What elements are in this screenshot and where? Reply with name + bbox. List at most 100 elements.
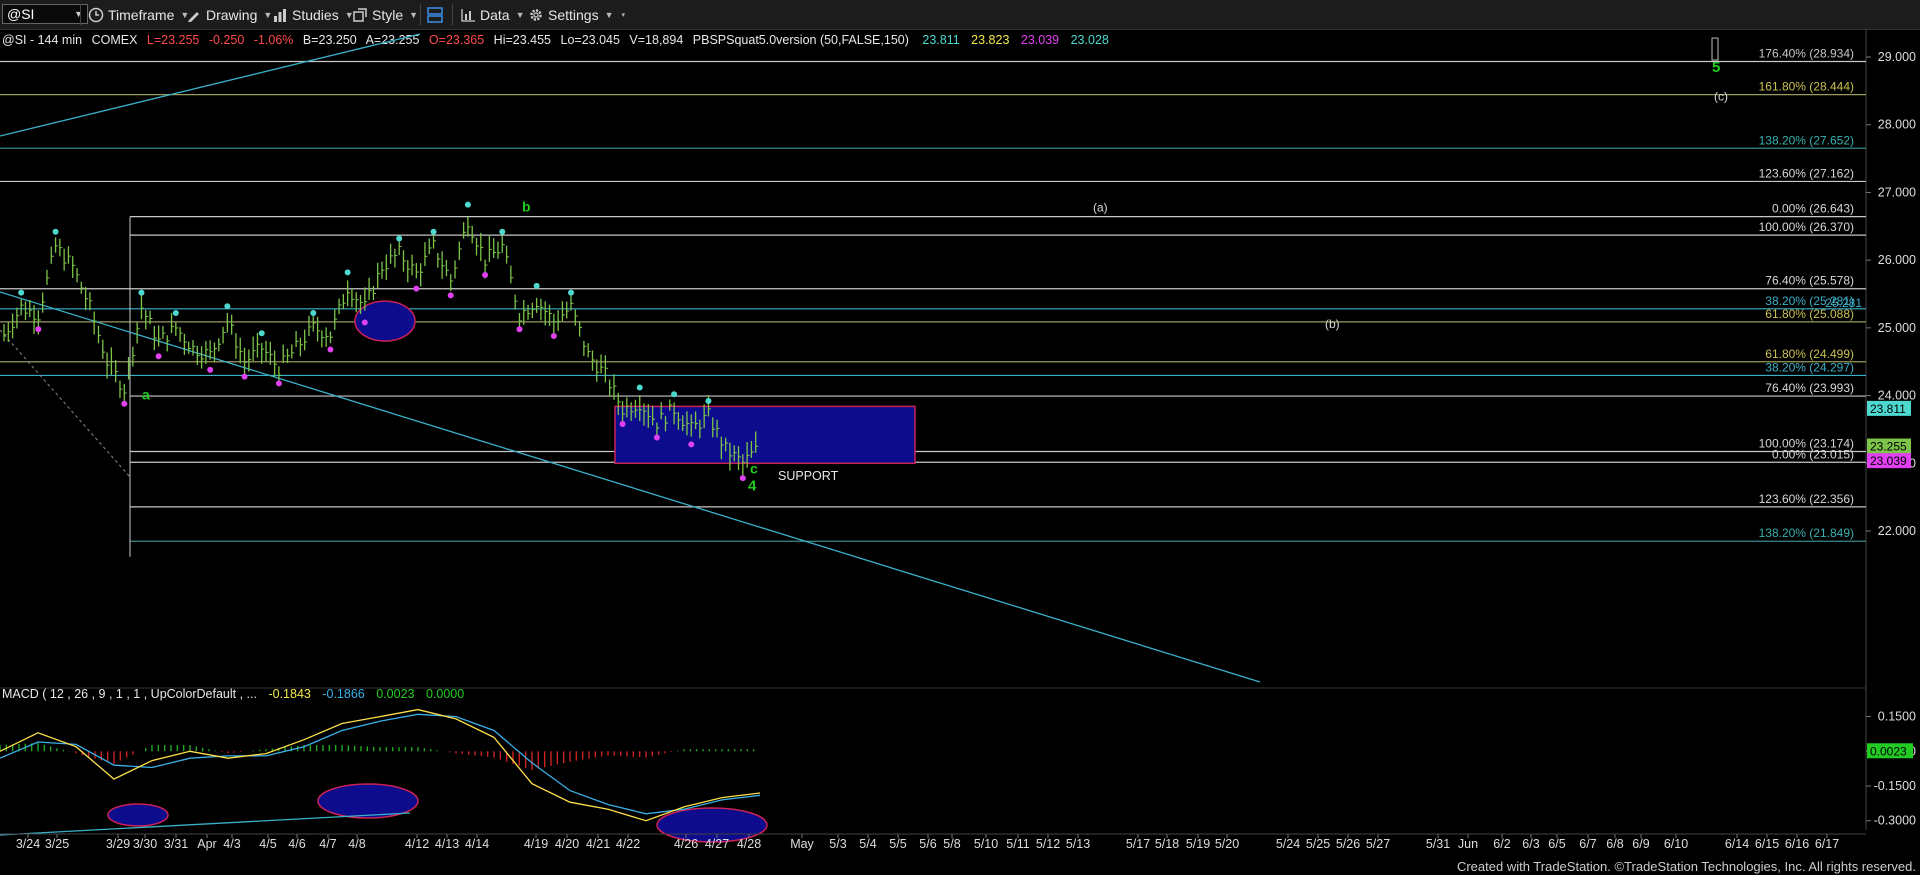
- x-tick-label: 5/8: [943, 837, 960, 851]
- swing-high-dot: [224, 303, 231, 310]
- x-tick-label: 3/24: [16, 837, 40, 851]
- x-tick-label: 5/13: [1066, 837, 1090, 851]
- x-tick-label: 6/17: [1815, 837, 1839, 851]
- macd-header: MACD ( 12 , 26 , 9 , 1 , 1 , UpColorDefa…: [2, 687, 464, 701]
- x-tick-label: 5/27: [1366, 837, 1390, 851]
- x-tick-label: 5/25: [1306, 837, 1330, 851]
- macd-y-tick-label: 0.1500: [1878, 710, 1916, 724]
- header-ind-value: 23.039: [1021, 33, 1059, 47]
- header-ind-value: 23.823: [971, 33, 1009, 47]
- macd-value: 0.0000: [426, 687, 464, 701]
- x-tick-label: May: [790, 837, 814, 851]
- support-zone: [614, 405, 916, 465]
- swing-low-dot: [688, 441, 695, 448]
- toolbar: @SI ▼ Timeframe ▼ Drawing ▼ Studies ▼ St…: [0, 0, 1920, 30]
- y-tick-label: 24.000: [1878, 389, 1916, 403]
- drawing-button[interactable]: Drawing ▼: [186, 5, 272, 24]
- swing-high-dot: [138, 289, 145, 296]
- chevron-down-icon[interactable]: ▼: [74, 9, 83, 19]
- fib-label: 0.00% (23.015): [1772, 447, 1854, 461]
- swing-high-dot: [396, 235, 403, 242]
- y-tick-label: 22.000: [1878, 524, 1916, 538]
- wave-label: 4: [748, 477, 757, 494]
- x-tick-label: 5/10: [974, 837, 998, 851]
- x-tick-label: 4/5: [259, 837, 276, 851]
- studies-button[interactable]: Studies ▼: [272, 5, 354, 24]
- swing-low-dot: [275, 380, 282, 387]
- x-tick-label: 4/19: [524, 837, 548, 851]
- chart-bars-icon: [461, 8, 475, 22]
- swing-high-dot: [636, 384, 643, 391]
- wave-label: b: [522, 198, 531, 214]
- header-high: Hi=23.455: [494, 33, 551, 47]
- clock-icon: [88, 7, 104, 22]
- header-low: Lo=23.045: [561, 33, 620, 47]
- x-tick-label: 6/2: [1493, 837, 1510, 851]
- x-tick-label: 3/25: [45, 837, 69, 851]
- chevron-down-icon: ▼: [409, 9, 419, 20]
- x-tick-label: 4/7: [319, 837, 336, 851]
- y-tick-label: 28.000: [1878, 118, 1916, 132]
- chevron-down-icon: ▼: [263, 9, 273, 20]
- timeframe-button[interactable]: Timeframe ▼: [88, 5, 189, 24]
- price-marker-label: 23.255: [1870, 440, 1907, 454]
- layout-button[interactable]: [426, 5, 444, 24]
- price-marker-label: 25.281: [1825, 296, 1862, 310]
- fib-label: 161.80% (28.444): [1759, 80, 1854, 94]
- pencil-icon: [188, 11, 199, 22]
- x-tick-label: 5/31: [1426, 837, 1450, 851]
- symbol-input[interactable]: @SI ▼: [2, 4, 88, 24]
- x-tick-label: 6/16: [1785, 837, 1809, 851]
- x-tick-label: 3/31: [164, 837, 188, 851]
- y-tick-label: 29.000: [1878, 50, 1916, 64]
- symbol-text: @SI: [7, 6, 35, 22]
- x-tick-label: 5/24: [1276, 837, 1300, 851]
- fib-label: 123.60% (27.162): [1759, 166, 1854, 180]
- header-symbol: @SI - 144 min: [2, 33, 82, 47]
- macd-value: -0.1866: [322, 687, 364, 701]
- y-tick-label: 26.000: [1878, 253, 1916, 267]
- wave-label: (a): [1093, 200, 1108, 214]
- macd-ellipse: [107, 803, 169, 827]
- y-tick-label: 27.000: [1878, 185, 1916, 199]
- swing-low-dot: [35, 326, 42, 333]
- toolbar-divider: [80, 4, 81, 25]
- swing-low-dot: [550, 332, 557, 339]
- swing-high-dot: [172, 309, 179, 316]
- fib-label: 123.60% (22.356): [1759, 492, 1854, 506]
- settings-button[interactable]: Settings ▼ ▾: [528, 5, 625, 24]
- chevron-down-icon: ▼: [515, 9, 525, 20]
- x-tick-label: 4/8: [348, 837, 365, 851]
- x-tick-label: 5/20: [1215, 837, 1239, 851]
- header-pct: -1.06%: [254, 33, 294, 47]
- header-indicator: PBSPSquat5.0version (50,FALSE,150): [693, 33, 909, 47]
- style-button[interactable]: Style ▼: [352, 5, 418, 24]
- swing-low-dot: [155, 353, 162, 360]
- fib-label: 176.40% (28.934): [1759, 46, 1854, 60]
- swing-high-dot: [568, 289, 574, 296]
- swing-low-dot: [653, 434, 660, 441]
- toolbar-divider: [420, 4, 421, 25]
- swing-high-dot: [430, 228, 437, 235]
- support-label: SUPPORT: [778, 469, 839, 483]
- chart-area[interactable]: @SI - 144 min COMEX L=23.255 -0.250 -1.0…: [0, 30, 1920, 875]
- swing-low-dot: [361, 319, 368, 326]
- x-tick-label: 5/17: [1126, 837, 1150, 851]
- data-button[interactable]: Data ▼: [460, 5, 525, 24]
- macd-label: MACD ( 12 , 26 , 9 , 1 , 1 , UpColorDefa…: [2, 687, 257, 701]
- swing-low-dot: [516, 326, 523, 333]
- swing-high-dot: [18, 289, 25, 296]
- x-tick-label: Jun: [1458, 837, 1478, 851]
- more-icon: ▾: [621, 11, 626, 19]
- price-marker-label: 23.039: [1870, 454, 1907, 468]
- macd-y-tick-label: -0.1500: [1874, 779, 1916, 793]
- price-marker-label: 23.811: [1870, 402, 1906, 416]
- wave-label: a: [142, 387, 150, 403]
- x-tick-label: 4/14: [465, 837, 489, 851]
- header-ind-value: 23.028: [1071, 33, 1109, 47]
- x-tick-label: 6/7: [1579, 837, 1596, 851]
- x-tick-label: 5/5: [889, 837, 906, 851]
- fib-label: 61.80% (24.499): [1765, 347, 1854, 361]
- macd-y-tick-label: -0.3000: [1874, 814, 1916, 828]
- studies-label: Studies: [292, 6, 339, 23]
